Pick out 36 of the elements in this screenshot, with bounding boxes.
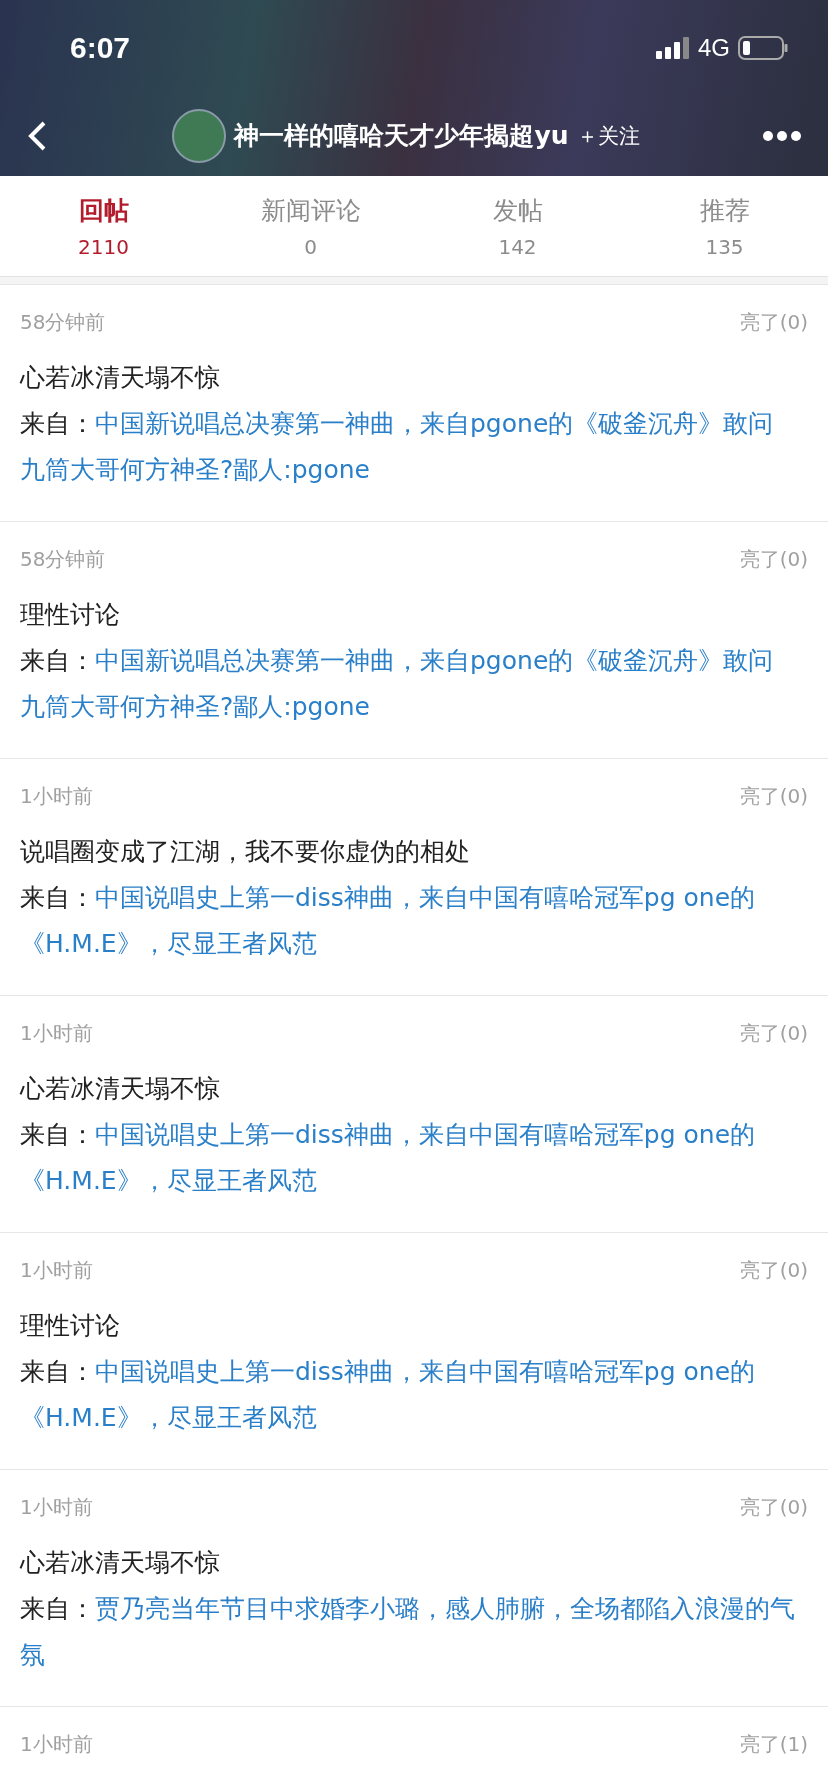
reply-text: 心若冰清天塌不惊 <box>20 362 221 394</box>
reply-text: 心若冰清天塌不惊 <box>20 1073 221 1105</box>
source-line[interactable]: 来自：中国说唱史上第一diss神曲，来自中国有嘻哈冠军pg one的《H.M.E》，尽显王者风范 <box>20 1349 808 1441</box>
follow-link[interactable]: ＋关注 <box>576 121 640 150</box>
post-time: 1小时前 <box>20 1256 93 1284</box>
likes-count[interactable]: 亮了(0) <box>739 308 808 336</box>
tab[interactable]: 推荐 135 <box>621 176 828 276</box>
likes-count[interactable]: 亮了(1) <box>739 1730 808 1758</box>
network-label: 4G <box>698 33 730 62</box>
reply-text: 理性讨论 <box>20 599 121 631</box>
post-time: 1小时前 <box>20 1493 93 1521</box>
source-line[interactable]: 来自：中国新说唱总决赛第一神曲，来自pgone的《破釜沉舟》敢问九筒大哥何方神圣?鄙人:pgone <box>20 638 808 730</box>
source-line[interactable]: 来自：中国说唱史上第一diss神曲，来自中国有嘻哈冠军pg one的《H.M.E》，尽显王者风范 <box>20 1112 808 1204</box>
status-time: 6:07 <box>70 30 131 65</box>
reply-text: 心若冰清天塌不惊 <box>20 1547 221 1579</box>
reply-text: 说唱圈变成了江湖，我不要你虚伪的相处 <box>20 836 471 868</box>
likes-count[interactable]: 亮了(0) <box>739 1493 808 1521</box>
post-time: 58分钟前 <box>20 545 106 573</box>
post-time: 1小时前 <box>20 1730 93 1758</box>
likes-count[interactable]: 亮了(0) <box>739 1019 808 1047</box>
tab[interactable]: 新闻评论 0 <box>207 176 414 276</box>
source-line[interactable]: 来自：贾乃亮当年节目中求婚李小璐，感人肺腑，全场都陷入浪漫的气氛 <box>20 1586 808 1678</box>
source-line[interactable]: 来自：中国说唱史上第一diss神曲，来自中国有嘻哈冠军pg one的《H.M.E》，尽显王者风范 <box>20 875 808 967</box>
source-line[interactable]: 来自：中国新说唱总决赛第一神曲，来自pgone的《破釜沉舟》敢问九筒大哥何方神圣?鄙人:pgone <box>20 401 808 493</box>
likes-count[interactable]: 亮了(0) <box>739 782 808 810</box>
signal-icon <box>656 36 690 59</box>
tab[interactable]: 回帖 2110 <box>0 176 207 276</box>
post-time: 58分钟前 <box>20 308 106 336</box>
post-time: 1小时前 <box>20 1019 93 1047</box>
reply-text: 理性讨论 <box>20 1310 121 1342</box>
tab[interactable]: 发帖 142 <box>414 176 621 276</box>
likes-count[interactable]: 亮了(0) <box>739 545 808 573</box>
battery-icon <box>738 35 788 60</box>
likes-count[interactable]: 亮了(0) <box>739 1256 808 1284</box>
user-name: 神一样的嘻哈天才少年揭超yu <box>234 120 569 152</box>
post-time: 1小时前 <box>20 782 93 810</box>
